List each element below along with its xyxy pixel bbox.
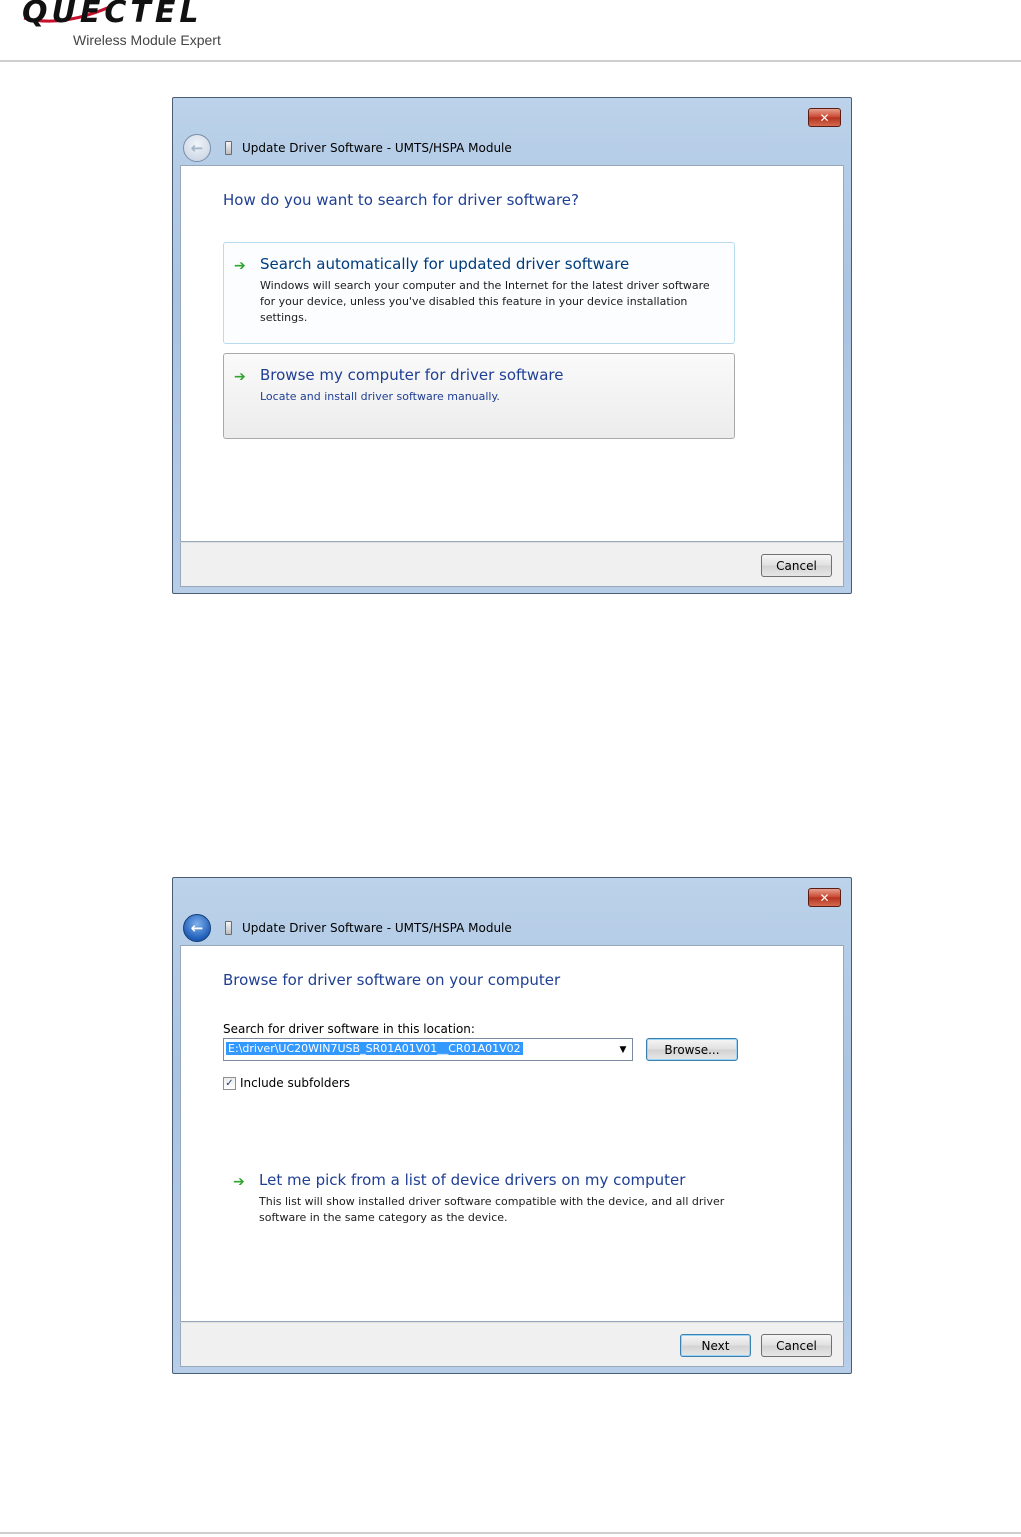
device-icon — [225, 921, 232, 935]
update-driver-dialog-browse: ✕ ← Update Driver Software - UMTS/HSPA M… — [172, 877, 852, 1374]
location-label: Search for driver software in this locat… — [223, 1022, 475, 1036]
update-driver-dialog-search: ✕ ← Update Driver Software - UMTS/HSPA M… — [172, 97, 852, 594]
title-bar: ← Update Driver Software - UMTS/HSPA Mod… — [183, 134, 841, 162]
cancel-button[interactable]: Cancel — [761, 1334, 832, 1357]
device-icon — [225, 141, 232, 155]
page-header: QUECTEL Wireless Module Expert — [0, 0, 1021, 62]
option-title: Let me pick from a list of device driver… — [259, 1171, 686, 1189]
option-description: Windows will search your computer and th… — [260, 279, 710, 324]
tagline: Wireless Module Expert — [73, 32, 221, 48]
option-description: Locate and install driver software manua… — [260, 390, 500, 403]
title-bar: ← Update Driver Software - UMTS/HSPA Mod… — [183, 914, 841, 942]
browse-button[interactable]: Browse... — [646, 1038, 738, 1061]
svg-text:QUECTEL: QUECTEL — [22, 0, 202, 28]
option-title: Browse my computer for driver software — [260, 366, 564, 384]
include-subfolders-row[interactable]: ✓ Include subfolders — [223, 1076, 350, 1090]
green-arrow-icon: ➔ — [234, 258, 246, 274]
search-automatically-option[interactable]: ➔ Search automatically for updated drive… — [223, 242, 735, 344]
quectel-logo: QUECTEL — [22, 0, 202, 28]
browse-computer-option[interactable]: ➔ Browse my computer for driver software… — [223, 353, 735, 439]
include-subfolders-label: Include subfolders — [240, 1076, 351, 1090]
next-button[interactable]: Next — [680, 1334, 751, 1357]
path-input-value[interactable]: E:\driver\UC20WIN7USB_SR01A01V01__CR01A0… — [226, 1042, 523, 1055]
dialog-content: Browse for driver software on your compu… — [180, 945, 844, 1322]
dialog-heading: How do you want to search for driver sof… — [223, 191, 579, 209]
dialog-content: How do you want to search for driver sof… — [180, 165, 844, 542]
close-button[interactable]: ✕ — [808, 108, 841, 127]
back-arrow-icon: ← — [190, 139, 204, 157]
pick-from-list-option[interactable]: ➔ Let me pick from a list of device driv… — [223, 1159, 735, 1229]
footer-divider — [0, 1532, 1021, 1534]
green-arrow-icon: ➔ — [234, 369, 246, 385]
option-title: Search automatically for updated driver … — [260, 255, 630, 273]
chevron-down-icon[interactable]: ▼ — [616, 1042, 630, 1057]
dialog-heading: Browse for driver software on your compu… — [223, 971, 561, 989]
option-description: This list will show installed driver sof… — [259, 1195, 725, 1224]
cancel-button[interactable]: Cancel — [761, 554, 832, 577]
window-title: Update Driver Software - UMTS/HSPA Modul… — [242, 141, 512, 155]
dialog-footer: Next Cancel — [180, 1322, 844, 1367]
dialog-footer: Cancel — [180, 542, 844, 587]
back-button[interactable]: ← — [183, 914, 211, 942]
include-subfolders-checkbox[interactable]: ✓ — [223, 1076, 236, 1090]
window-title: Update Driver Software - UMTS/HSPA Modul… — [242, 921, 512, 935]
back-button[interactable]: ← — [183, 134, 211, 162]
close-button[interactable]: ✕ — [808, 888, 841, 907]
header-divider — [0, 60, 1021, 62]
green-arrow-icon: ➔ — [233, 1174, 245, 1190]
path-combobox[interactable]: E:\driver\UC20WIN7USB_SR01A01V01__CR01A0… — [223, 1038, 633, 1061]
back-arrow-icon: ← — [190, 919, 204, 937]
